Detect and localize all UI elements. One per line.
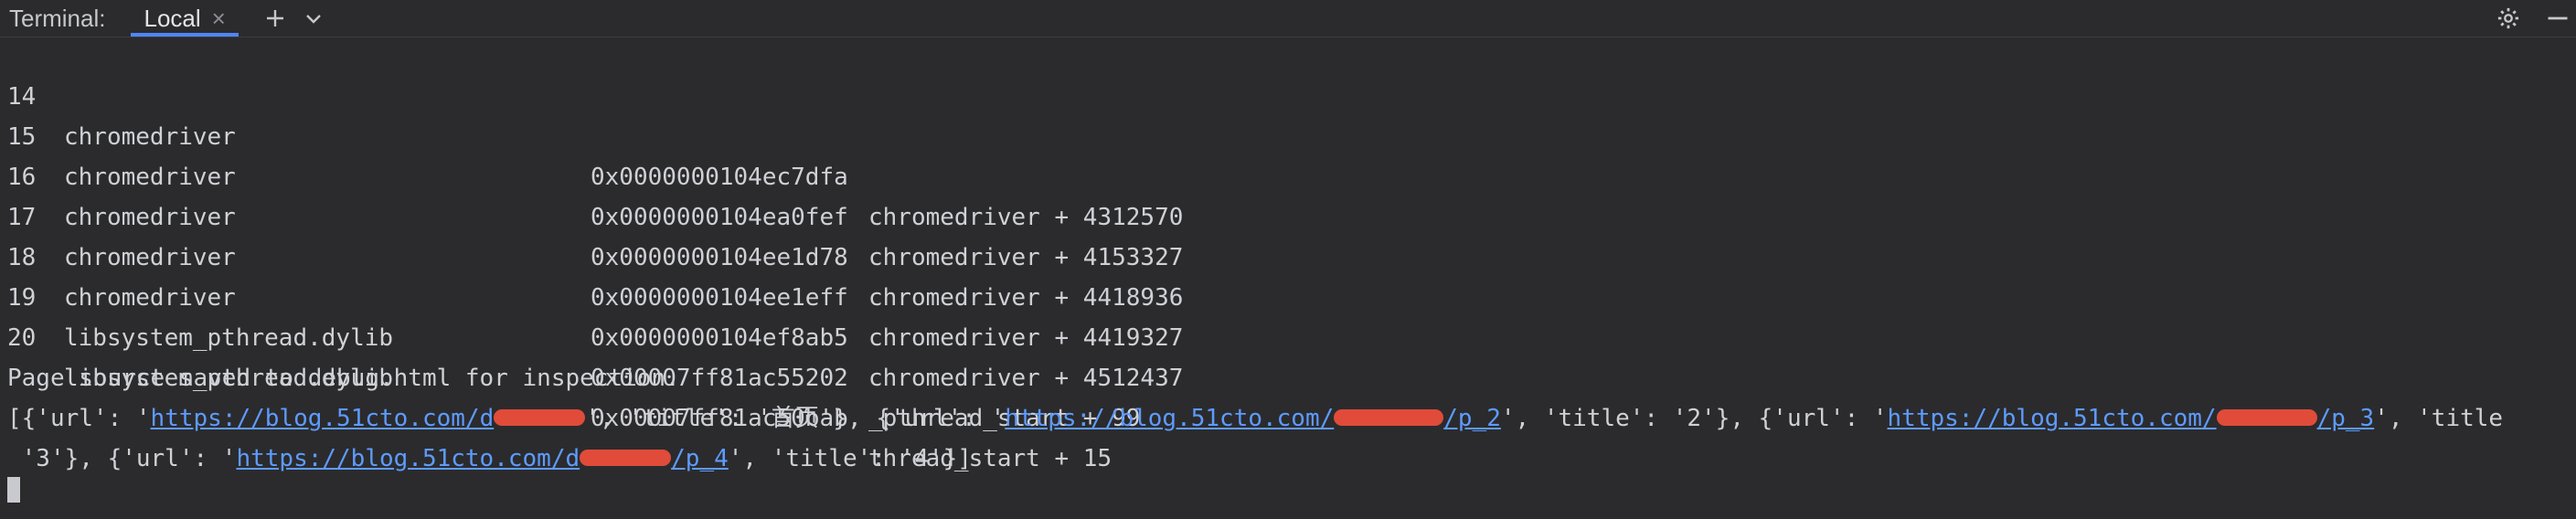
terminal-label: Terminal:: [9, 4, 106, 32]
frame-address: 0x0000000104ee1eff: [591, 284, 848, 312]
gear-icon[interactable]: [2496, 5, 2521, 31]
terminal-cursor: [7, 477, 20, 503]
stack-row: 19 libsystem_pthread.dylib 0x00007ff81ac…: [7, 238, 1140, 432]
output-text: ', 'title': '4'}]: [728, 445, 972, 472]
url-text: https://blog.51cto.com/: [1005, 405, 1335, 432]
frame-library: libsystem_pthread.dylib: [64, 324, 394, 352]
minimize-icon[interactable]: [2545, 5, 2571, 31]
output-text: ', 'title: [2374, 405, 2504, 432]
url-link[interactable]: https://blog.51cto.com/d/p_4: [236, 445, 728, 472]
url-text: https://blog.51cto.com/d: [236, 445, 580, 472]
frame-library: chromedriver: [64, 123, 236, 151]
frame-library: chromedriver: [64, 164, 236, 191]
stack-row: 16 chromedriver 0x0000000104ee1d78 chrom…: [7, 117, 1183, 312]
url-text: https://blog.51cto.com/: [1887, 405, 2217, 432]
frame-number: 20: [7, 324, 37, 352]
url-link[interactable]: https://blog.51cto.com/ /p_3: [1888, 405, 2375, 432]
url-link[interactable]: https://blog.51cto.com/d: [151, 405, 586, 432]
frame-symbol: chromedriver + 4512437: [868, 365, 1184, 392]
terminal-output[interactable]: 14 chromedriver 0x0000000104ec7dfa chrom…: [0, 37, 2576, 506]
stack-row: 15 chromedriver 0x0000000104ea0fef chrom…: [7, 77, 1183, 271]
status-message: Page source saved to debug.html for insp…: [7, 365, 680, 392]
stack-row: 20 libsystem_pthread.dylib 0x00007ff81ac…: [7, 278, 1112, 472]
url-text: /p_2: [1443, 405, 1501, 432]
frame-library: chromedriver: [64, 244, 236, 271]
close-icon[interactable]: ×: [212, 5, 226, 33]
frame-symbol: chromedriver + 4418936: [868, 284, 1184, 312]
tab-local[interactable]: Local ×: [131, 0, 239, 37]
terminal-toolbar: Terminal: Local ×: [0, 0, 2576, 37]
frame-address: 0x0000000104ea0fef: [591, 204, 848, 231]
frame-address: 0x0000000104ee1d78: [591, 244, 848, 271]
stack-row: 17 chromedriver 0x0000000104ee1eff chrom…: [7, 157, 1183, 352]
frame-address: 0x0000000104ef8ab5: [591, 324, 848, 352]
plus-icon[interactable]: [262, 5, 288, 31]
output-text: ', 'title': '2'}, {'url': ': [1500, 405, 1888, 432]
frame-symbol: chromedriver + 4153327: [868, 244, 1184, 271]
redaction-mark: [494, 408, 586, 426]
tab-local-label: Local: [144, 4, 201, 32]
frame-symbol: chromedriver + 4312570: [868, 204, 1184, 231]
output-line-2: '3'}, {'url': 'https://blog.51cto.com/d /…: [7, 439, 972, 479]
output-text: '3'}, {'url': ': [7, 445, 237, 472]
frame-address: 0x0000000104ec7dfa: [591, 164, 848, 191]
output-line-1: [{'url': 'https://blog.51cto.com/d ', 'ti…: [7, 398, 2503, 439]
url-link[interactable]: https://blog.51cto.com/ /p_2: [1005, 405, 1501, 432]
output-text: [{'url': ': [7, 405, 151, 432]
stack-row: 18 chromedriver 0x0000000104ef8ab5 chrom…: [7, 197, 1183, 392]
frame-library: chromedriver: [64, 204, 236, 231]
frame-symbol: chromedriver + 4419327: [868, 324, 1184, 352]
frame-library: chromedriver: [64, 284, 236, 312]
output-text: ', 'title': '首页'}, {'url': ': [585, 405, 1006, 432]
chevron-down-icon[interactable]: [301, 5, 326, 31]
url-text: /p_4: [671, 445, 729, 472]
stack-row: 14 chromedriver 0x0000000104ec7dfa chrom…: [7, 37, 1183, 231]
url-text: https://blog.51cto.com/d: [150, 405, 495, 432]
redaction-mark: [2216, 408, 2317, 426]
redaction-mark: [580, 449, 672, 466]
redaction-mark: [1334, 408, 1444, 426]
url-text: /p_3: [2316, 405, 2375, 432]
